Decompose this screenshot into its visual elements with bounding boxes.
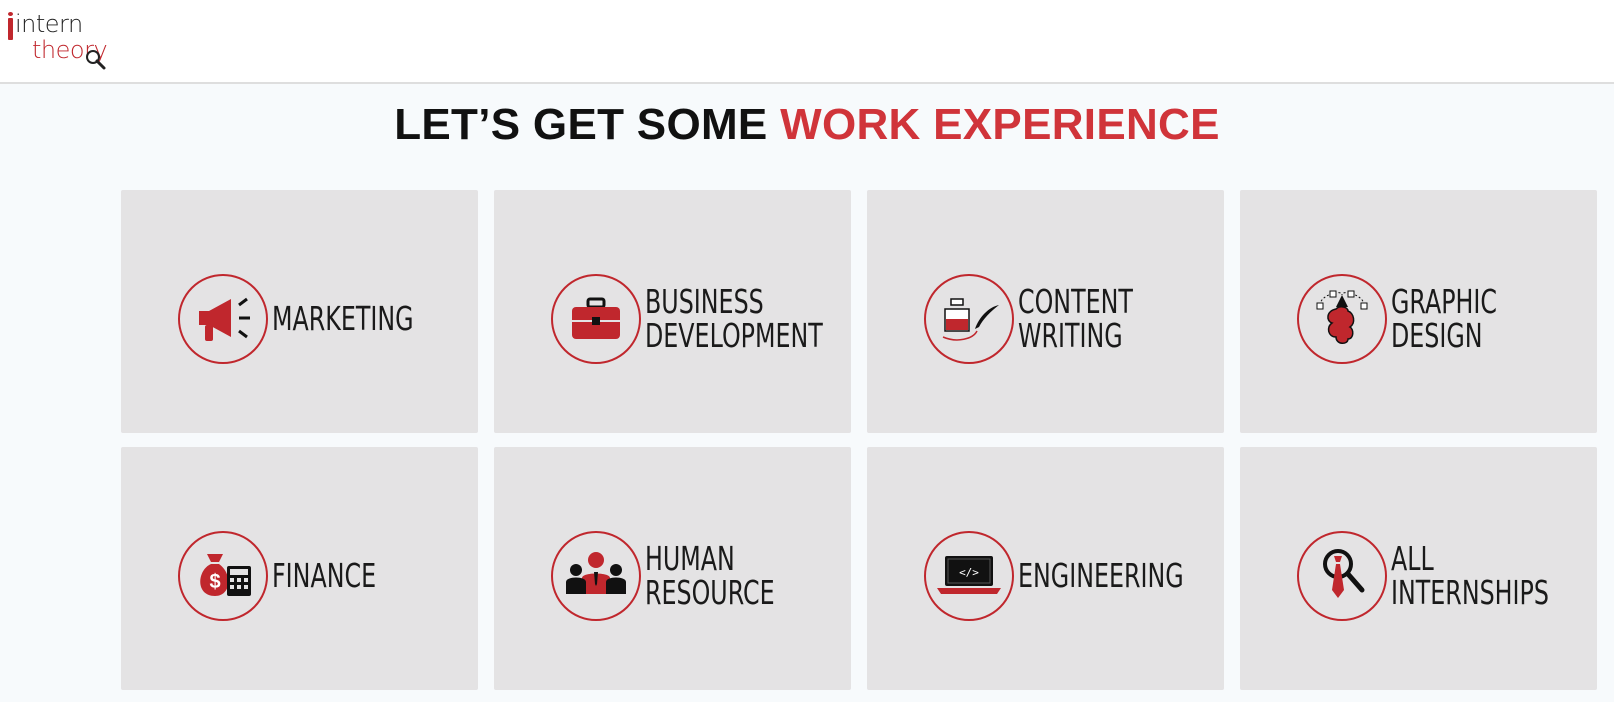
page-headline: LET’S GET SOME WORK EXPERIENCE	[0, 100, 1614, 150]
category-card-human-resource[interactable]: HUMAN RESOURCE	[494, 447, 851, 690]
category-card-all-internships[interactable]: ALL INTERNSHIPS	[1240, 447, 1597, 690]
card-label: ENGINEERING	[1018, 559, 1184, 593]
category-card-content-writing[interactable]: CONTENT WRITING	[867, 190, 1224, 433]
card-content: GRAPHIC DESIGN	[1297, 274, 1538, 364]
category-card-marketing[interactable]: MARKETING	[121, 190, 478, 433]
category-card-finance[interactable]: $ FINANCE	[121, 447, 478, 690]
card-content: BUSINESS DEVELOPMENT	[551, 274, 892, 364]
card-label: HUMAN RESOURCE	[645, 542, 775, 610]
card-content: $ FINANCE	[178, 531, 417, 621]
card-content: ALL INTERNSHIPS	[1297, 531, 1610, 621]
card-content: CONTENT WRITING	[924, 274, 1178, 364]
card-label-line-1: ALL	[1391, 539, 1434, 578]
logo-magnifier-icon	[86, 50, 106, 70]
logo-accent-bar	[8, 18, 13, 40]
inkpot-quill-icon	[924, 274, 1014, 364]
card-label-line-1: MARKETING	[272, 299, 414, 338]
headline-black: LET’S GET SOME	[394, 100, 768, 149]
card-label: ALL INTERNSHIPS	[1391, 542, 1549, 610]
card-content: HUMAN RESOURCE	[551, 531, 825, 621]
team-icon	[551, 531, 641, 621]
card-label-line-1: FINANCE	[272, 556, 377, 595]
logo-line-1: intern	[15, 10, 83, 38]
internshala-logo[interactable]: intern theory	[6, 8, 116, 72]
card-label-line-2: DEVELOPMENT	[645, 316, 823, 355]
card-label-line-2: WRITING	[1018, 316, 1123, 355]
category-card-business-development[interactable]: BUSINESS DEVELOPMENT	[494, 190, 851, 433]
card-label: FINANCE	[272, 559, 376, 593]
laptop-code-icon: </>	[924, 531, 1014, 621]
card-content: MARKETING	[178, 274, 469, 364]
card-content: </> ENGINEERING	[924, 531, 1248, 621]
card-label-line-2: INTERNSHIPS	[1391, 573, 1549, 612]
site-header: intern theory	[0, 0, 1614, 84]
brain-pen-tool-icon	[1297, 274, 1387, 364]
card-label-line-1: BUSINESS	[645, 282, 764, 321]
moneybag-calculator-icon: $	[178, 531, 268, 621]
magnifier-tie-icon	[1297, 531, 1387, 621]
briefcase-icon	[551, 274, 641, 364]
headline-red: WORK EXPERIENCE	[780, 100, 1220, 149]
card-label-line-1: GRAPHIC	[1391, 282, 1498, 321]
svg-text:$: $	[209, 571, 220, 593]
card-label: GRAPHIC DESIGN	[1391, 285, 1497, 353]
megaphone-icon	[178, 274, 268, 364]
card-label-line-2: DESIGN	[1391, 316, 1483, 355]
card-label-line-1: HUMAN	[645, 539, 735, 578]
card-label: BUSINESS DEVELOPMENT	[645, 285, 823, 353]
logo-accent-dot	[8, 12, 13, 16]
card-label: CONTENT WRITING	[1018, 285, 1133, 353]
card-label: MARKETING	[272, 302, 414, 336]
card-label-line-1: CONTENT	[1018, 282, 1133, 321]
svg-text:</>: </>	[959, 566, 979, 579]
category-card-graphic-design[interactable]: GRAPHIC DESIGN	[1240, 190, 1597, 433]
card-label-line-1: ENGINEERING	[1018, 556, 1184, 595]
category-grid: MARKETING BUSINESS DEVELOPMENT CONTENT W…	[121, 190, 1597, 690]
category-card-engineering[interactable]: </> ENGINEERING	[867, 447, 1224, 690]
card-label-line-2: RESOURCE	[645, 573, 775, 612]
